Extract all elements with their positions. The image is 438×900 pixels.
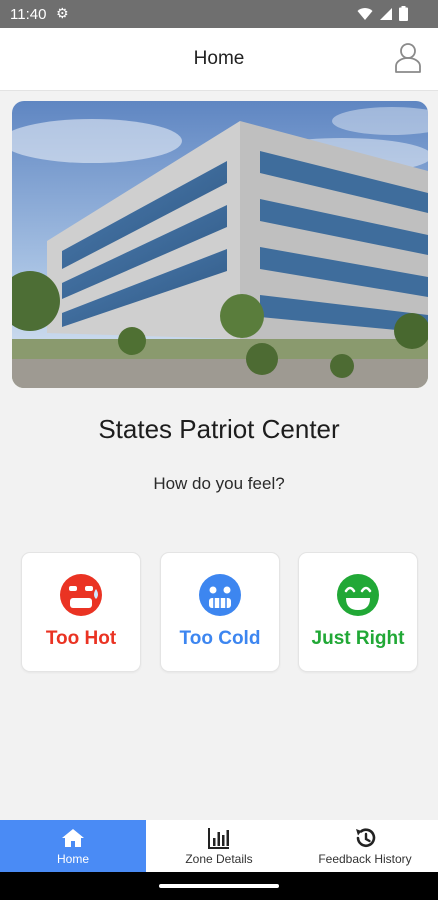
home-icon xyxy=(62,829,84,847)
status-bar: 11:40 ⚙ xyxy=(0,0,438,28)
nav-item-home[interactable]: Home xyxy=(0,820,146,872)
just-right-button[interactable]: Just Right xyxy=(298,552,418,672)
too-hot-button[interactable]: Too Hot xyxy=(21,552,141,672)
happy-face-icon xyxy=(337,574,379,616)
bar-chart-icon xyxy=(208,828,229,849)
bottom-nav: Home Zone Details Feedback History xyxy=(0,820,438,872)
nav-item-feedback-history[interactable]: Feedback History xyxy=(292,820,438,872)
settings-icon: ⚙ xyxy=(56,5,69,21)
history-icon xyxy=(356,828,376,847)
gesture-bar xyxy=(0,872,438,900)
just-right-label: Just Right xyxy=(311,628,405,649)
too-cold-button[interactable]: Too Cold xyxy=(160,552,280,672)
too-hot-label: Too Hot xyxy=(45,628,117,649)
signal-icon xyxy=(380,7,392,20)
hot-face-icon xyxy=(60,574,102,616)
page-title: Home xyxy=(193,48,245,69)
status-icons xyxy=(357,6,408,21)
building-name: States Patriot Center xyxy=(98,414,340,444)
building-photo xyxy=(12,101,428,388)
battery-icon xyxy=(399,6,408,21)
nav-label-home: Home xyxy=(56,852,89,866)
nav-label-zone-details: Zone Details xyxy=(185,852,253,866)
status-time: 11:40 xyxy=(10,6,47,23)
wifi-icon xyxy=(357,7,373,20)
app-header: Home xyxy=(0,28,438,91)
nav-label-feedback-history: Feedback History xyxy=(318,852,412,866)
too-cold-label: Too Cold xyxy=(179,628,261,649)
home-gesture-handle[interactable] xyxy=(159,884,279,888)
building-image xyxy=(12,101,428,388)
feeling-prompt: How do you feel? xyxy=(153,474,285,493)
nav-item-zone-details[interactable]: Zone Details xyxy=(146,820,292,872)
user-icon[interactable] xyxy=(394,42,422,74)
cold-face-icon xyxy=(199,574,241,616)
